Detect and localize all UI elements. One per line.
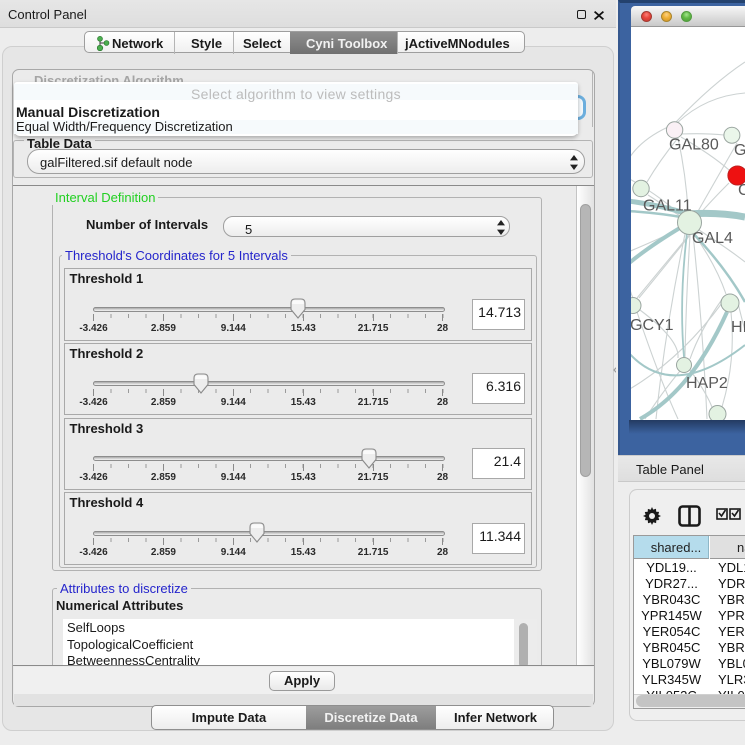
svg-text:GAL80: GAL80 [669, 137, 719, 154]
svg-text:C: C [738, 182, 745, 199]
svg-text:GCY1: GCY1 [631, 317, 674, 334]
svg-text:GAL11: GAL11 [643, 198, 692, 215]
svg-text:GA: GA [734, 142, 745, 159]
svg-text:HI: HI [731, 319, 745, 336]
svg-text:GAL4: GAL4 [692, 230, 733, 247]
svg-text:HAP2: HAP2 [686, 375, 728, 392]
